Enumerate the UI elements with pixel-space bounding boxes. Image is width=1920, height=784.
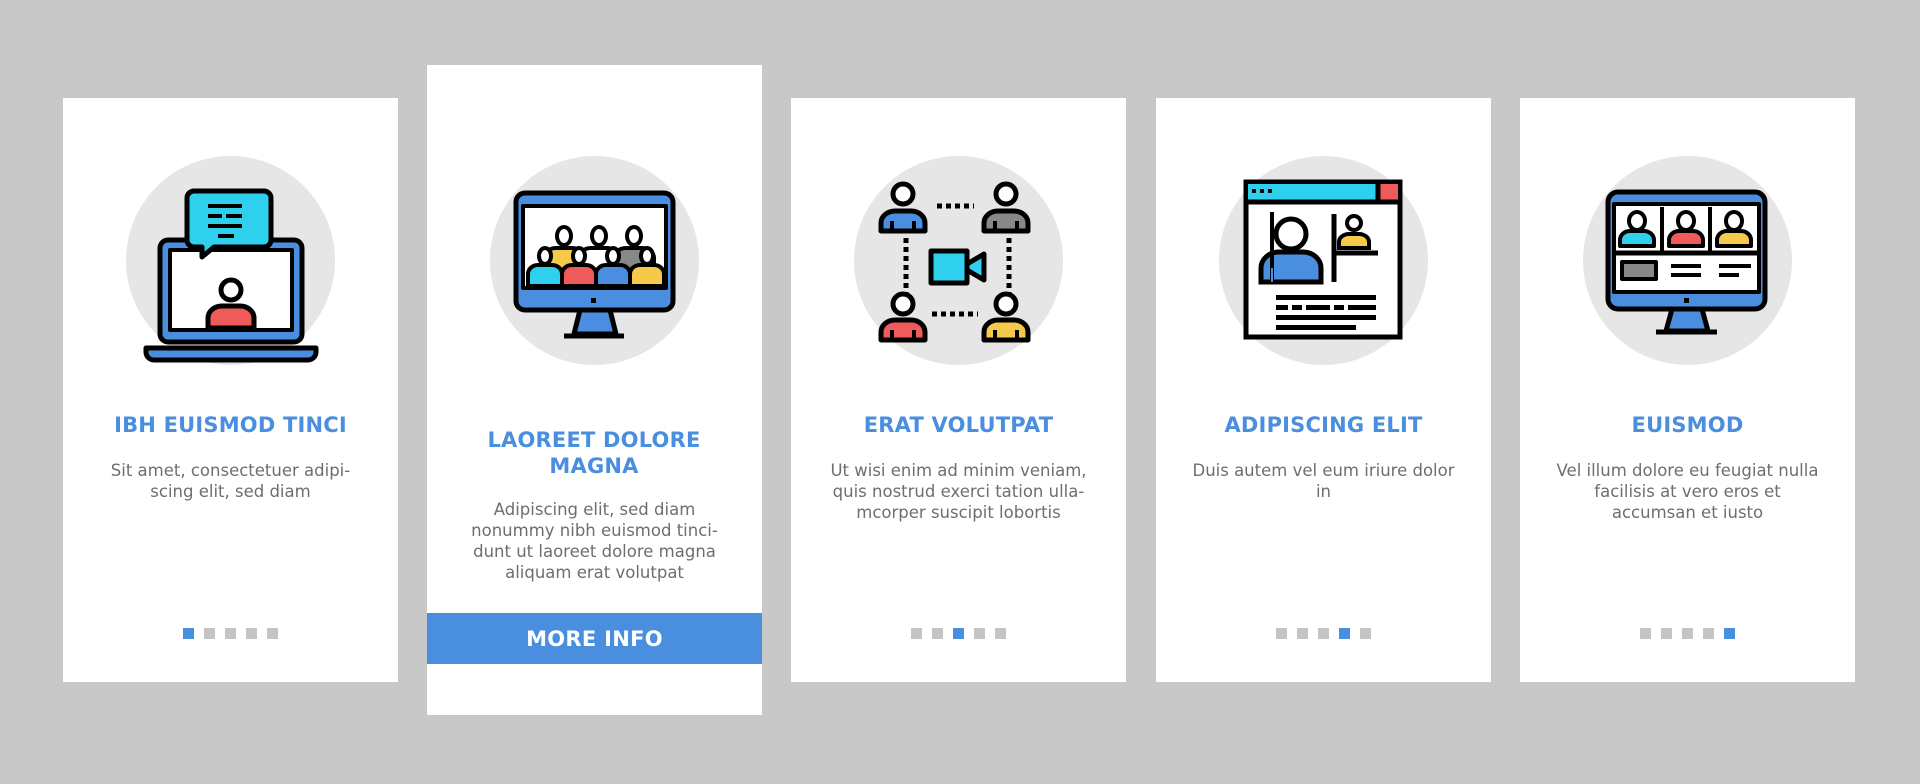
video-call-network-icon [878, 181, 1031, 343]
laptop-video-chat-icon [143, 188, 319, 363]
card-title: IBH EUISMOD TINCI [114, 413, 347, 437]
page-dot-2[interactable] [1661, 628, 1672, 639]
page-dot-4[interactable] [246, 628, 257, 639]
page-indicator [1520, 628, 1855, 639]
page-dot-1[interactable] [911, 628, 922, 639]
page-dot-5[interactable] [1724, 628, 1735, 639]
page-dot-4[interactable] [1703, 628, 1714, 639]
icon-circle [1219, 156, 1428, 365]
page-indicator [63, 628, 398, 639]
icon-circle [490, 156, 699, 365]
onboarding-card-4: ADIPISCING ELIT Duis autem vel eum iriur… [1156, 98, 1491, 682]
page-dot-5[interactable] [995, 628, 1006, 639]
card-title: ERAT VOLUTPAT [863, 413, 1054, 437]
page-indicator [1156, 628, 1491, 639]
onboarding-card-1: IBH EUISMOD TINCI Sit amet, consectetuer… [63, 98, 398, 682]
card-title: EUISMOD [1631, 413, 1744, 437]
card-title: LAOREET DOLORE MAGNA [487, 428, 701, 478]
page-dot-3[interactable] [1682, 628, 1693, 639]
page-dot-2[interactable] [932, 628, 943, 639]
onboarding-card-3: ERAT VOLUTPAT Ut wisi enim ad minim veni… [791, 98, 1126, 682]
browser-webinar-icon [1243, 179, 1403, 340]
page-dot-3[interactable] [225, 628, 236, 639]
monitor-group-conference-icon [513, 190, 676, 339]
card-title: ADIPISCING ELIT [1224, 413, 1423, 437]
page-dot-3[interactable] [1318, 628, 1329, 639]
page-dot-5[interactable] [267, 628, 278, 639]
page-dot-4[interactable] [1339, 628, 1350, 639]
icon-circle [1583, 156, 1792, 365]
page-dot-4[interactable] [974, 628, 985, 639]
onboarding-card-5: EUISMOD Vel illum dolore eu feugiat null… [1520, 98, 1855, 682]
page-dot-5[interactable] [1360, 628, 1371, 639]
page-dot-2[interactable] [1297, 628, 1308, 639]
card-description: Sit amet, consectetuer adipi- scing elit… [110, 461, 351, 501]
page-dot-1[interactable] [1640, 628, 1651, 639]
page-indicator [791, 628, 1126, 639]
more-info-button[interactable]: MORE INFO [427, 613, 762, 664]
page-dot-1[interactable] [1276, 628, 1287, 639]
card-description: Duis autem vel eum iriure dolor in [1192, 461, 1455, 501]
icon-circle [126, 156, 335, 365]
page-dot-2[interactable] [204, 628, 215, 639]
page-dot-3[interactable] [953, 628, 964, 639]
card-description: Ut wisi enim ad minim veniam, quis nostr… [830, 461, 1087, 522]
card-description: Vel illum dolore eu feugiat nulla facili… [1556, 461, 1819, 522]
onboarding-card-2: LAOREET DOLORE MAGNA Adipiscing elit, se… [427, 65, 762, 715]
page-dot-1[interactable] [183, 628, 194, 639]
monitor-three-participants-icon [1605, 189, 1768, 335]
card-description: Adipiscing elit, sed diam nonummy nibh e… [471, 500, 718, 582]
icon-circle [854, 156, 1063, 365]
